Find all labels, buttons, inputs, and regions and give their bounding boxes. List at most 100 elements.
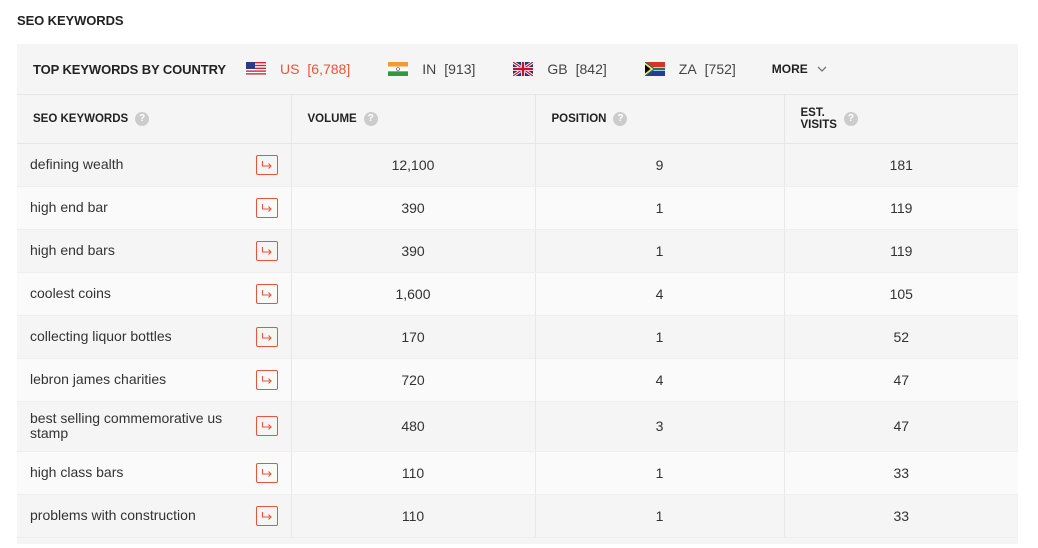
- south-africa-flag-icon: [644, 62, 665, 76]
- header-label: POSITION: [551, 112, 607, 125]
- table-row: high class bars 110 1 33: [17, 451, 1018, 495]
- keyword-text: high class bars: [30, 464, 124, 480]
- position-cell: 4: [535, 272, 785, 316]
- country-code: US: [279, 61, 300, 77]
- volume-cell: 480: [291, 401, 536, 452]
- keyword-text: lebron james charities: [30, 371, 167, 387]
- open-keyword-button[interactable]: [255, 154, 278, 175]
- country-tab-gb[interactable]: GB [842]: [513, 61, 607, 77]
- position-cell: 9: [535, 143, 785, 187]
- table-row: lebron james charities 720 4 47: [17, 358, 1018, 402]
- keywords-panel: TOP KEYWORDS BY COUNTRY US [6,788] IN [9…: [17, 44, 1018, 544]
- header-est-visits[interactable]: EST. VISITS ?: [784, 95, 1018, 144]
- table-row: collecting liquor bottles 170 1 52: [17, 315, 1018, 359]
- more-countries-dropdown[interactable]: MORE: [772, 62, 827, 76]
- table-header-row: SEO KEYWORDS ? VOLUME ? POSITION ? EST. …: [17, 95, 1018, 144]
- redirect-arrow-icon: [261, 203, 272, 212]
- volume-cell: 170: [291, 315, 536, 359]
- country-bar-title: TOP KEYWORDS BY COUNTRY: [33, 61, 226, 77]
- keyword-cell: high end bar: [17, 186, 292, 230]
- open-keyword-button[interactable]: [255, 283, 278, 304]
- table-row: high end bar 390 1 119: [17, 186, 1018, 230]
- volume-cell: 720: [291, 358, 536, 402]
- keyword-cell: collecting liquor bottles: [17, 315, 292, 359]
- help-icon[interactable]: ?: [843, 111, 858, 126]
- position-cell: 1: [535, 186, 785, 230]
- country-code: GB: [547, 61, 568, 77]
- country-code: ZA: [678, 61, 697, 77]
- country-count: [6,788]: [307, 61, 351, 77]
- header-label: VOLUME: [307, 112, 357, 125]
- country-tab-za[interactable]: ZA [752]: [644, 61, 736, 77]
- position-cell: 1: [535, 451, 785, 495]
- page-title: SEO KEYWORDS: [17, 13, 124, 28]
- visits-cell: 47: [784, 358, 1018, 402]
- visits-cell: 33: [784, 451, 1018, 495]
- open-keyword-button[interactable]: [255, 369, 278, 390]
- position-cell: 1: [535, 315, 785, 359]
- header-label: EST. VISITS: [801, 107, 837, 131]
- position-cell: 1: [535, 494, 785, 538]
- chevron-down-icon: [817, 66, 827, 72]
- keyword-text: problems with construction: [30, 507, 196, 523]
- keyword-cell: defining wealth: [17, 143, 292, 187]
- india-flag-icon: [388, 62, 409, 76]
- volume-cell: 12,100: [291, 143, 536, 187]
- country-tab-in[interactable]: IN [913]: [388, 61, 475, 77]
- open-keyword-button[interactable]: [255, 197, 278, 218]
- us-flag-icon: [245, 62, 266, 76]
- country-count: [842]: [575, 61, 607, 77]
- open-keyword-button[interactable]: [255, 462, 278, 483]
- visits-cell: 52: [784, 315, 1018, 359]
- keyword-cell: coolest coins: [17, 272, 292, 316]
- redirect-arrow-icon: [261, 375, 272, 384]
- redirect-arrow-icon: [261, 160, 272, 169]
- visits-cell: 33: [784, 494, 1018, 538]
- keyword-text: high end bars: [30, 242, 115, 258]
- position-cell: 1: [535, 229, 785, 273]
- help-icon[interactable]: ?: [613, 111, 628, 126]
- volume-cell: 1,600: [291, 272, 536, 316]
- volume-cell: 110: [291, 494, 536, 538]
- uk-flag-icon: [513, 62, 534, 76]
- country-bar: TOP KEYWORDS BY COUNTRY US [6,788] IN [9…: [17, 44, 1018, 95]
- help-icon[interactable]: ?: [363, 111, 378, 126]
- open-keyword-button[interactable]: [255, 240, 278, 261]
- header-keywords[interactable]: SEO KEYWORDS ?: [17, 95, 292, 144]
- table-row: best selling commemorative us stamp 480 …: [17, 401, 1018, 452]
- header-position[interactable]: POSITION ?: [535, 95, 785, 144]
- position-cell: 4: [535, 358, 785, 402]
- volume-cell: 390: [291, 186, 536, 230]
- open-keyword-button[interactable]: [255, 505, 278, 526]
- help-icon[interactable]: ?: [135, 111, 150, 126]
- volume-cell: 110: [291, 451, 536, 495]
- keyword-cell: lebron james charities: [17, 358, 292, 402]
- redirect-arrow-icon: [261, 332, 272, 341]
- more-label: MORE: [771, 62, 808, 76]
- keyword-cell: problems with construction: [17, 494, 292, 538]
- keyword-text: defining wealth: [30, 156, 124, 172]
- header-label-line2: VISITS: [800, 118, 837, 131]
- country-code: IN: [422, 61, 437, 77]
- open-keyword-button[interactable]: [255, 326, 278, 347]
- keyword-cell: best selling commemorative us stamp: [17, 401, 292, 452]
- redirect-arrow-icon: [261, 422, 272, 430]
- visits-cell: 181: [784, 143, 1018, 187]
- volume-cell: 390: [291, 229, 536, 273]
- country-tab-us[interactable]: US [6,788]: [245, 61, 351, 77]
- visits-cell: 119: [784, 229, 1018, 273]
- keyword-cell: high class bars: [17, 451, 292, 495]
- redirect-arrow-icon: [261, 511, 272, 520]
- header-volume[interactable]: VOLUME ?: [291, 95, 536, 144]
- keywords-table: SEO KEYWORDS ? VOLUME ? POSITION ? EST. …: [17, 95, 1018, 538]
- visits-cell: 119: [784, 186, 1018, 230]
- redirect-arrow-icon: [261, 468, 272, 477]
- table-row: defining wealth 12,100 9 181: [17, 143, 1018, 187]
- redirect-arrow-icon: [261, 246, 272, 255]
- table-row: problems with construction 110 1 33: [17, 494, 1018, 538]
- header-label-line1: EST.: [800, 106, 825, 119]
- open-keyword-button[interactable]: [255, 416, 278, 436]
- keyword-text: coolest coins: [30, 285, 111, 301]
- position-cell: 3: [535, 401, 785, 452]
- visits-cell: 47: [784, 401, 1018, 452]
